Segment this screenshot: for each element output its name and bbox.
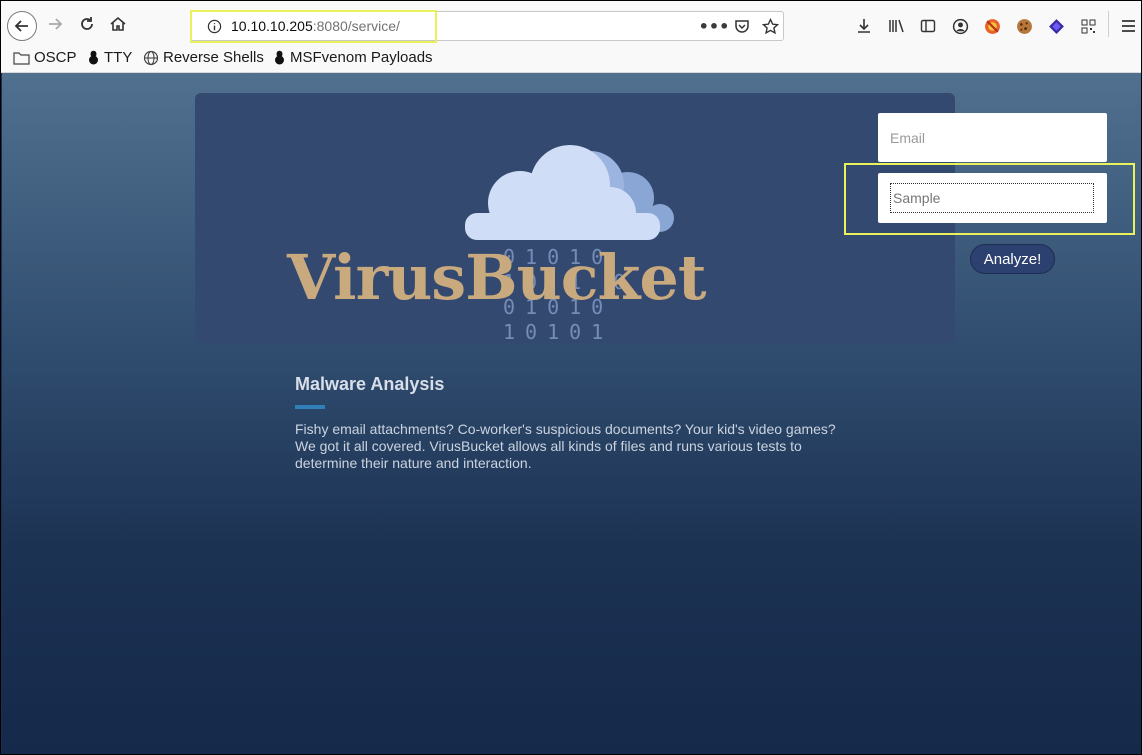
bookmark-label: OSCP	[34, 49, 77, 66]
qr-code-icon[interactable]	[1079, 17, 1097, 35]
globe-icon	[143, 50, 159, 65]
layers-extension-icon[interactable]	[1047, 17, 1065, 35]
cookie-icon[interactable]	[1015, 17, 1033, 35]
sidebar-icon[interactable]	[919, 17, 937, 35]
browser-toolbar: 10.10.10.205:8080/service/ •••	[1, 1, 1141, 45]
section-title: Malware Analysis	[295, 374, 445, 394]
account-icon[interactable]	[951, 17, 969, 35]
page-actions-icon[interactable]: •••	[699, 17, 730, 36]
page-content: 01010 10 1 0 01010 10101 VirusBucket Ana…	[2, 73, 1141, 754]
hero-banner: 01010 10 1 0 01010 10101 VirusBucket	[195, 93, 955, 343]
section-description: Fishy email attachments? Co-worker's sus…	[295, 421, 836, 471]
bookmark-reverse-shells[interactable]: Reverse Shells	[143, 49, 264, 66]
bookmark-star-icon[interactable]	[761, 17, 779, 35]
reload-icon	[81, 17, 93, 30]
bookmark-label: MSFvenom Payloads	[290, 49, 433, 66]
binary-row: 10101	[503, 320, 614, 343]
url-text[interactable]: 10.10.10.205:8080/service/	[231, 18, 400, 34]
title-accent-line	[295, 405, 325, 409]
bookmark-label: Reverse Shells	[163, 49, 264, 66]
analyze-button[interactable]: Analyze!	[970, 244, 1055, 274]
back-button[interactable]	[7, 11, 37, 41]
back-arrow-icon	[14, 20, 28, 32]
sample-input[interactable]	[890, 183, 1094, 213]
bookmark-msfvenom-payloads[interactable]: MSFvenom Payloads	[273, 49, 433, 66]
pocket-icon[interactable]	[733, 17, 751, 35]
tux-icon	[275, 50, 284, 65]
bookmark-label: TTY	[104, 49, 133, 66]
home-button[interactable]	[105, 11, 131, 37]
folder-icon	[13, 51, 30, 65]
info-icon[interactable]	[206, 18, 222, 34]
toolbar-divider	[1108, 11, 1109, 37]
email-input[interactable]	[890, 127, 1090, 149]
url-path: :8080/service/	[312, 18, 400, 34]
forward-arrow-icon	[49, 18, 63, 30]
browser-window: 10.10.10.205:8080/service/ ••• OSCP TTY …	[0, 0, 1142, 755]
forward-button[interactable]	[42, 11, 68, 37]
url-host: 10.10.10.205	[231, 18, 313, 34]
download-icon[interactable]	[855, 17, 873, 35]
cloud-icon	[465, 145, 674, 240]
sample-field-card	[878, 173, 1107, 223]
home-icon	[110, 16, 126, 31]
bookmark-oscp[interactable]: OSCP	[13, 49, 77, 66]
bookmarks-bar: OSCP TTY Reverse Shells MSFvenom Payload…	[1, 45, 1141, 73]
brand-logo-text: VirusBucket	[287, 241, 706, 314]
tux-icon	[89, 50, 98, 65]
email-field-card	[878, 113, 1107, 162]
library-icon[interactable]	[887, 17, 905, 35]
bookmark-tty[interactable]: TTY	[87, 49, 132, 66]
menu-icon[interactable]	[1119, 17, 1137, 35]
blocker-extension-icon[interactable]	[983, 17, 1001, 35]
reload-button[interactable]	[74, 11, 100, 37]
